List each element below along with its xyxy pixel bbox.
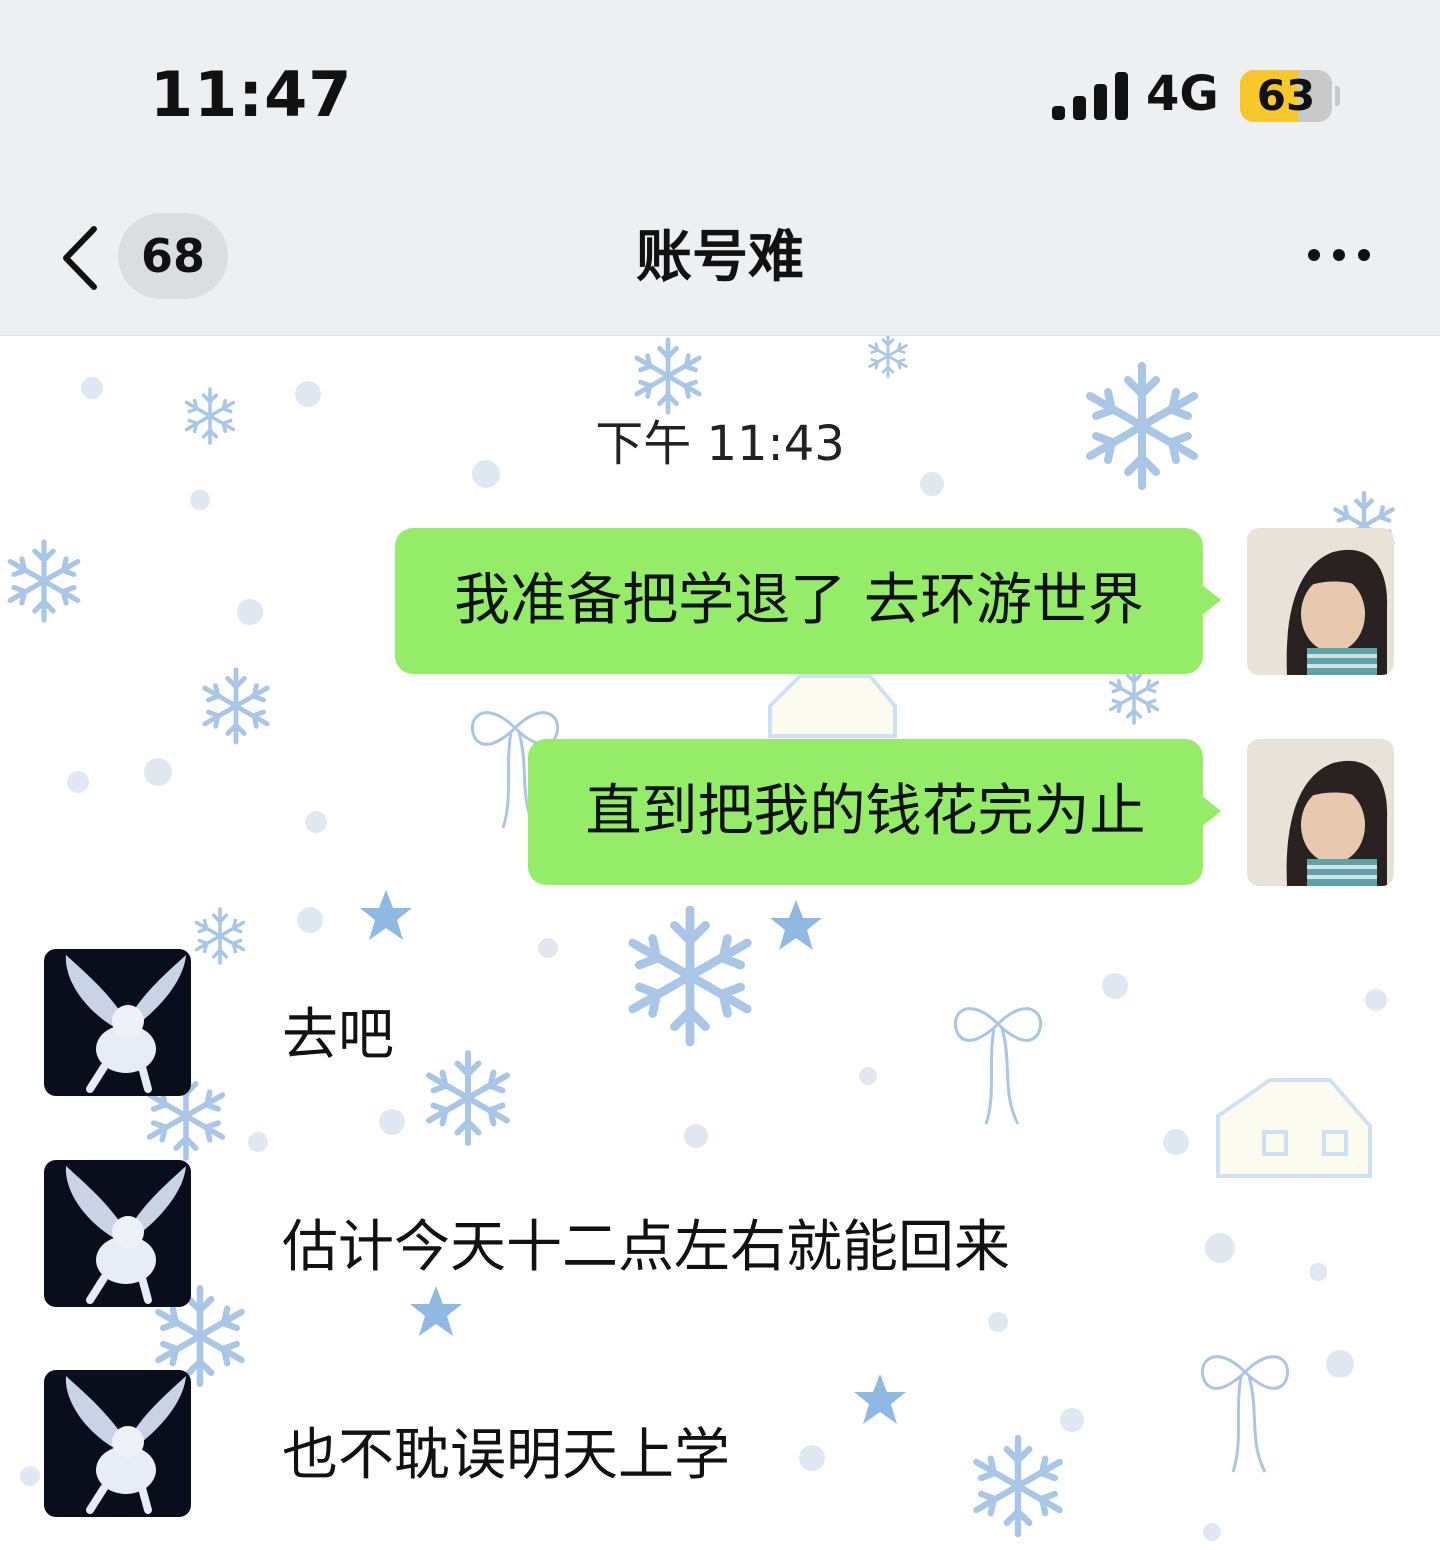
status-time: 11:47 [150,58,353,131]
back-chevron-icon[interactable] [58,225,102,291]
battery-level: 63 [1256,71,1316,120]
battery-nub [1335,86,1340,106]
signal-icon [1052,72,1128,120]
contact-avatar[interactable] [44,1160,191,1307]
chat-timestamp: 下午 11:43 [595,416,845,472]
contact-avatar[interactable] [44,1370,191,1517]
outgoing-message[interactable]: 我准备把学退了 去环游世界 [395,528,1221,674]
own-avatar[interactable] [1247,528,1394,675]
outgoing-message[interactable]: 直到把我的钱花完为止 [528,739,1221,885]
more-icon[interactable] [1306,241,1372,271]
battery-icon: 63 [1240,70,1332,122]
own-avatar[interactable] [1247,739,1394,886]
incoming-message[interactable]: 去吧 [282,990,394,1071]
wallpaper-snowflake-pattern [0,336,1440,1541]
unread-count-badge[interactable]: 68 [118,213,228,299]
incoming-message[interactable]: 也不耽误明天上学 [282,1410,730,1491]
status-bar: 11:47 4G 63 [0,0,1440,185]
chat-header: 账号难 68 [0,185,1440,336]
incoming-message[interactable]: 估计今天十二点左右就能回来 [282,1202,1010,1283]
contact-avatar[interactable] [44,949,191,1096]
network-type: 4G [1146,66,1219,122]
chat-area[interactable]: 下午 11:43 我准备把学退了 去环游世界 直到把我的钱花完为止 去吧 估计今… [0,336,1440,1550]
